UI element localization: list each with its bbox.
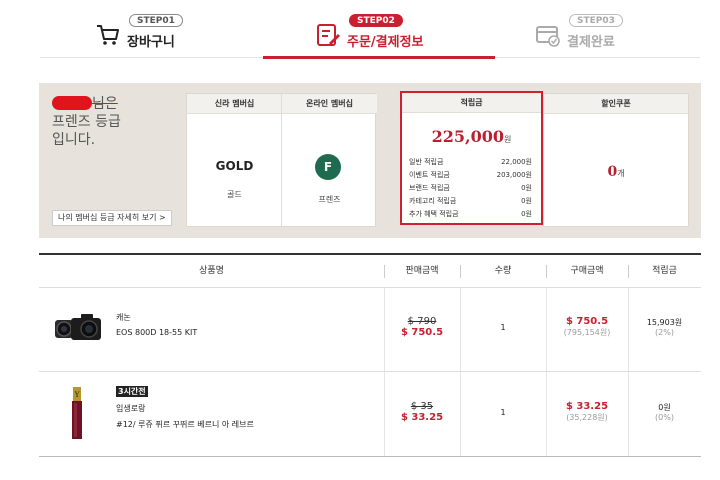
header-reward: 적립금 [652,266,677,276]
coupon-header: 할인쿠폰 [544,94,688,114]
points-row-label: 일반 적립금 [409,158,444,166]
greeting-grade: 프렌즈 등급 [52,114,121,130]
points-row-value: 0원 [521,197,532,205]
product-tag: 3시간전 [116,386,148,397]
shilla-membership-header: 신라 멤버십 [187,94,282,114]
divider [546,288,547,456]
shilla-membership: GOLD 골드 [187,114,282,228]
redacted-username [52,96,92,110]
online-membership: F 프렌즈 [282,114,377,228]
points-total-value: 225,000 [431,127,504,146]
svg-text:Y: Y [74,391,80,399]
quantity: 1 [500,408,506,417]
original-price: $ 790 [407,316,437,327]
product-brand: 캐논 [116,313,131,322]
reward-amount: 15,903원 [646,318,683,327]
points-row: 브랜드 적립금 0원 [409,182,532,195]
purchase-price-krw: (35,228원) [566,413,608,422]
original-price: $ 35 [410,401,434,412]
divider [460,288,461,456]
header-quantity: 수량 [494,266,512,276]
sale-price: $ 750.5 [400,327,444,338]
purchase-price: $ 33.25 [565,401,609,412]
divider [384,288,385,456]
divider [628,288,629,456]
points-row: 추가 혜택 적립금 0원 [409,208,532,221]
reward-amount: 0원 [658,403,671,412]
reward-cell: 15,903원 (2%) [628,317,701,337]
membership-greeting: 님은 프렌즈 등급 입니다. [52,95,182,149]
purchase-price-krw: (795,154원) [563,328,611,337]
coupon-card: 할인쿠폰 0개 [543,93,689,227]
membership-card: GOLD 골드 F 프렌즈 신라 멤버십 온라인 멤버십 [186,93,377,228]
step-badge: STEP03 [569,14,623,27]
payment-done-icon [536,26,560,47]
sale-price-cell: $ 35 $ 33.25 [384,401,460,423]
points-row: 이벤트 적립금 203,000원 [409,169,532,182]
reward-rate: (2%) [655,328,674,337]
points-row-value: 203,000원 [496,171,532,179]
friends-grade-icon: F [315,154,341,180]
points-breakdown: 일반 적립금 22,000원 이벤트 적립금 203,000원 브랜드 적립금 0원 … [409,156,532,221]
cart-icon [97,25,119,45]
shilla-grade-korean: 골드 [227,190,242,199]
product-brand: 입생로랑 [116,404,146,413]
sale-price: $ 33.25 [400,412,444,423]
points-row-label: 카테고리 적립금 [409,197,457,205]
points-row: 일반 적립금 22,000원 [409,156,532,169]
online-membership-header: 온라인 멤버십 [282,94,377,114]
active-step-indicator [263,56,495,59]
reward-rate: (0%) [655,413,674,422]
membership-detail-button[interactable]: 나의 멤버십 등급 자세히 보기 > [52,210,172,226]
quantity: 1 [500,323,506,332]
points-row-label: 추가 혜택 적립금 [409,210,459,218]
purchase-price-cell: $ 33.25 (35,228원) [546,401,628,423]
coupon-unit: 개 [617,169,625,178]
step-badge: STEP01 [129,14,183,27]
coupon-count-value: 0 [607,164,618,180]
points-row-value: 22,000원 [501,158,532,166]
header-purchase-price: 구매금액 [570,266,604,276]
coupon-count: 0개 [544,164,688,180]
points-card: 적립금 225,000원 일반 적립금 22,000원 이벤트 적립금 203,00… [400,91,543,225]
points-row: 카테고리 적립금 0원 [409,195,532,208]
purchase-price-cell: $ 750.5 (795,154원) [546,316,628,338]
sale-price-cell: $ 790 $ 750.5 [384,316,460,338]
time-deal-tag: 3시간전 [116,386,148,397]
divider [39,287,701,288]
product-name[interactable]: EOS 800D 18-55 KIT [116,328,197,337]
order-form-icon [317,24,340,46]
divider [281,94,282,226]
greeting-suffix: 님은 [92,96,118,112]
points-row-label: 이벤트 적립금 [409,171,450,179]
header-sale-price: 판매금액 [405,266,439,276]
greeting-end: 입니다. [52,132,96,148]
shilla-grade: GOLD [215,159,254,173]
checkout-steps: STEP01 장바구니 STEP02 주문/결제정보 STEP03 결제완료 [40,0,700,60]
camera-product-image[interactable] [53,313,105,343]
step-label: 장바구니 [127,35,175,50]
step-label: 결제완료 [567,35,615,50]
points-header: 적립금 [402,93,541,113]
step-badge: STEP02 [349,14,403,27]
step-label: 주문/결제정보 [347,35,424,50]
table-bottom-border [39,456,701,457]
divider [39,371,701,372]
online-grade-korean: 프렌즈 [318,195,341,204]
points-unit: 원 [504,135,512,144]
reward-cell: 0원 (0%) [628,402,701,422]
product-name[interactable]: #12/ 루쥬 퓌르 꾸뛰르 베르니 아 레브르 [116,419,254,430]
points-row-value: 0원 [521,210,532,218]
points-row-value: 0원 [521,184,532,192]
lipstick-product-image[interactable]: Y [69,387,85,441]
header-product: 상품명 [199,266,224,276]
benefits-panel: 님은 프렌즈 등급 입니다. 나의 멤버십 등급 자세히 보기 > GOLD 골… [39,83,701,238]
points-row-label: 브랜드 적립금 [409,184,450,192]
purchase-price: $ 750.5 [565,316,609,327]
points-total: 225,000원 [402,127,541,146]
